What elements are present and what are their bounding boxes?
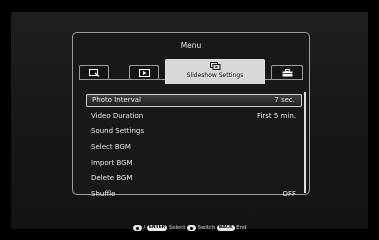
menu-item-sound-settings[interactable]: Sound Settings <box>86 125 302 138</box>
guide-switch-label: Switch <box>197 225 216 231</box>
scrollbar[interactable] <box>304 92 306 193</box>
guide-separator: / <box>143 225 146 231</box>
tab-bar: Slideshow Settings <box>73 59 309 97</box>
menu-item-import-bgm[interactable]: Import BGM <box>86 157 302 170</box>
menu-item-photo-interval[interactable]: Photo Interval 7 sec. <box>86 94 302 107</box>
button-guide: / ENTER Select Switch BACK End <box>0 225 379 232</box>
menu-title: Menu <box>180 41 202 50</box>
slideshow-icon <box>209 62 220 70</box>
back-key-icon: BACK <box>216 225 235 231</box>
dpad-icon <box>132 225 142 231</box>
menu-item-label: Sound Settings <box>91 127 144 136</box>
guide-end-label: End <box>236 225 247 231</box>
menu-item-value: OFF <box>282 190 296 199</box>
menu-item-value: 7 sec. <box>274 96 295 104</box>
play-icon <box>138 68 150 77</box>
menu-item-label: Import BGM <box>91 158 133 167</box>
menu-item-video-duration[interactable]: Video Duration First 5 min. <box>86 110 302 123</box>
settings-list: Photo Interval 7 sec. Video Duration Fir… <box>86 94 302 204</box>
guide-select-label: Select <box>168 225 186 231</box>
menu-item-label: Delete BGM <box>91 174 133 183</box>
tab-playback[interactable] <box>129 65 159 79</box>
menu-item-select-bgm[interactable]: Select BGM <box>86 141 302 154</box>
menu-item-delete-bgm[interactable]: Delete BGM <box>86 172 302 185</box>
zoom-frame-icon <box>88 68 99 77</box>
tab-zoom[interactable] <box>79 65 109 79</box>
menu-item-shuffle[interactable]: Shuffle OFF <box>86 188 302 201</box>
tab-settings[interactable] <box>271 65 303 79</box>
tab-slideshow-settings[interactable]: Slideshow Settings <box>165 59 265 84</box>
toolbox-icon <box>282 68 292 76</box>
lr-button-icon <box>186 225 196 231</box>
menu-item-label: Shuffle <box>91 190 116 199</box>
menu-item-label: Select BGM <box>91 143 131 152</box>
menu-item-label: Photo Interval <box>92 96 141 104</box>
enter-key-icon: ENTER <box>146 225 168 231</box>
tab-label-slideshow-settings: Slideshow Settings <box>186 72 244 79</box>
menu-item-value: First 5 min. <box>256 111 296 120</box>
menu-item-label: Video Duration <box>91 111 144 120</box>
